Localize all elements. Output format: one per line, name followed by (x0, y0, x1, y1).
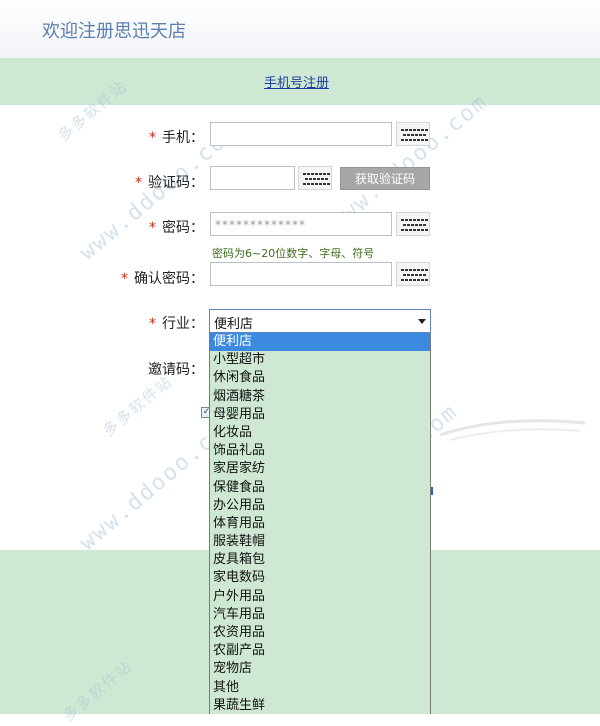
password-input[interactable]: ************* (210, 212, 392, 236)
required-mark: * (149, 316, 156, 332)
required-mark: * (135, 175, 142, 191)
page-title: 欢迎注册思迅天店 (42, 21, 186, 42)
dropdown-option[interactable]: 其他 (210, 679, 430, 697)
dropdown-option[interactable]: 便利店 (210, 333, 430, 352)
phone-label: * 手机： (149, 130, 204, 146)
link-fragment (431, 487, 433, 495)
keyboard-icon[interactable] (396, 262, 430, 286)
confirm-password-input[interactable] (210, 262, 392, 286)
dropdown-option[interactable]: 化妆品 (210, 424, 430, 442)
keyboard-icon[interactable] (396, 122, 430, 146)
keyboard-icon[interactable] (396, 212, 430, 236)
dropdown-option[interactable]: 保健食品 (210, 479, 430, 497)
dropdown-option[interactable]: 饰品礼品 (210, 442, 430, 460)
dropdown-option[interactable]: 农资用品 (210, 624, 430, 642)
dropdown-option[interactable]: 小型超市 (210, 351, 430, 369)
tab-phone-register[interactable]: 手机号注册 (0, 72, 593, 91)
confirm-password-label: * 确认密码： (121, 271, 204, 287)
dropdown-option[interactable]: 服装鞋帽 (210, 533, 430, 551)
password-label: * 密码： (149, 220, 204, 236)
tab-strip: 手机号注册 (0, 58, 600, 105)
dropdown-option[interactable]: 体育用品 (210, 515, 430, 533)
phone-input[interactable] (210, 122, 392, 146)
dropdown-option[interactable]: 办公用品 (210, 497, 430, 515)
industry-label: * 行业： (149, 316, 204, 332)
decorative-swoosh (440, 419, 586, 441)
dropdown-option[interactable]: 家居家纺 (210, 460, 430, 478)
industry-select-value: 便利店 (214, 317, 254, 332)
dropdown-option[interactable]: 烟酒糖茶 (210, 388, 430, 406)
required-mark: * (149, 130, 156, 146)
verify-code-label: * 验证码： (135, 175, 204, 191)
dropdown-option[interactable]: 家电数码 (210, 569, 430, 587)
industry-dropdown-list[interactable]: 便利店 小型超市 休闲食品 烟酒糖茶 母婴用品 化妆品 饰品礼品 家居家纺 保健食品 办公用品 体育… (209, 333, 431, 714)
required-mark: * (121, 271, 128, 287)
dropdown-option[interactable]: 皮具箱包 (210, 551, 430, 569)
dropdown-option[interactable]: 果蔬生鲜 (210, 697, 430, 714)
industry-select[interactable]: 便利店 (209, 309, 431, 333)
header: 欢迎注册思迅天店 (0, 0, 600, 59)
dropdown-option[interactable]: 农副产品 (210, 642, 430, 660)
keyboard-icon[interactable] (298, 166, 332, 190)
verify-code-input[interactable] (210, 166, 295, 190)
dropdown-arrow-icon[interactable] (418, 319, 426, 324)
get-code-button[interactable]: 获取验证码 (340, 167, 430, 190)
dropdown-option[interactable]: 汽车用品 (210, 606, 430, 624)
dropdown-option[interactable]: 户外用品 (210, 588, 430, 606)
dropdown-option[interactable]: 母婴用品 (210, 406, 430, 424)
required-mark: * (149, 220, 156, 236)
invite-code-label: 邀请码： (148, 362, 204, 378)
password-hint: 密码为6~20位数字、字母、符号 (212, 247, 375, 260)
dropdown-option[interactable]: 休闲食品 (210, 369, 430, 387)
dropdown-option[interactable]: 宠物店 (210, 660, 430, 678)
